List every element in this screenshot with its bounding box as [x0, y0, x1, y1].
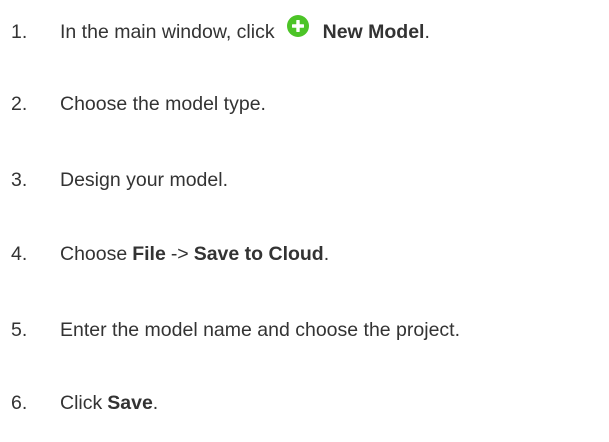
step-text-after: .: [424, 20, 430, 43]
step-number: 5.: [11, 318, 28, 341]
new-model-label: New Model: [322, 20, 425, 43]
step-text: Design your model.: [60, 168, 228, 191]
step-number: 3.: [11, 168, 28, 191]
step-text: Enter the model name and choose the proj…: [60, 318, 460, 341]
step-text: Click Save .: [60, 392, 158, 415]
step-text-before: Click: [60, 391, 103, 414]
save-label: Save: [107, 391, 153, 414]
step-text-after: .: [152, 391, 159, 414]
menu-arrow: ->: [170, 242, 189, 265]
step-text: Choose File -> Save to Cloud .: [60, 243, 329, 266]
step-text-before: Choose: [60, 242, 128, 265]
step-number: 2.: [11, 92, 28, 115]
save-to-cloud-label: Save to Cloud: [193, 242, 324, 265]
step-number: 1.: [11, 20, 28, 43]
plus-circle-icon: [286, 15, 309, 37]
step-text: In the main window, click New Model .: [60, 15, 430, 44]
file-menu-label: File: [132, 242, 166, 265]
step-text: Choose the model type.: [60, 92, 266, 115]
step-number: 4.: [11, 242, 28, 265]
step-number: 6.: [11, 391, 28, 414]
step-text-before: In the main window, click: [60, 20, 275, 43]
step-text-after: .: [323, 242, 330, 265]
